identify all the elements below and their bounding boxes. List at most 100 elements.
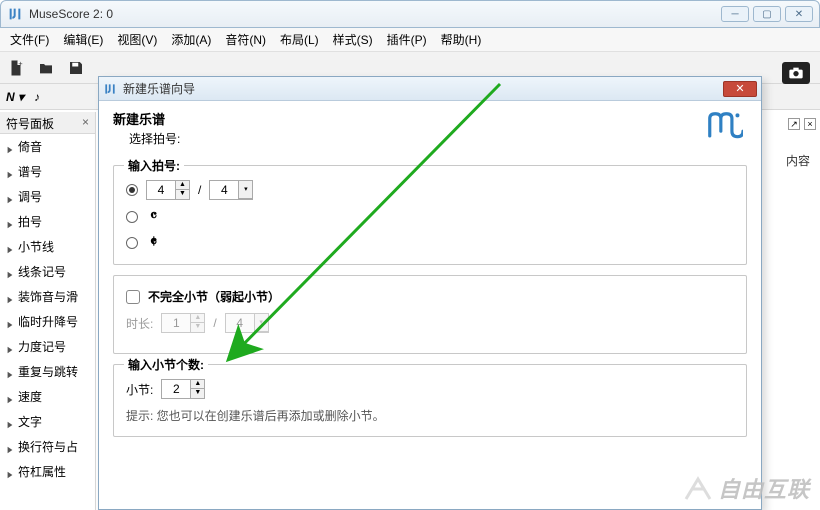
spinner-up-icon[interactable]: ▲	[191, 380, 204, 389]
palette-item-label: 临时升降号	[18, 313, 78, 330]
measures-label: 小节:	[126, 381, 153, 398]
palette-tree: 倚音谱号调号拍号小节线线条记号装饰音与滑临时升降号力度记号重复与跳转速度文字换行…	[0, 134, 95, 484]
measures-groupbox: 输入小节个数: 小节: ▲▼ 提示: 您也可以在创建乐谱后再添加或删除小节。	[113, 364, 747, 437]
menu-view[interactable]: 视图(V)	[111, 29, 163, 50]
app-icon	[7, 6, 23, 22]
dialog-app-icon	[103, 82, 117, 96]
chevron-right-icon	[6, 268, 14, 276]
palette-item-label: 小节线	[18, 238, 54, 255]
palette-item[interactable]: 临时升降号	[0, 309, 95, 334]
minimize-button[interactable]: ─	[721, 6, 749, 22]
measures-input[interactable]	[162, 380, 190, 398]
palette-item-label: 力度记号	[18, 338, 66, 355]
palette-item[interactable]: 倚音	[0, 134, 95, 159]
timesig-denominator-select[interactable]: ▾	[209, 180, 253, 200]
eighth-note-icon[interactable]: ♪	[34, 90, 40, 104]
window-buttons: ─ ▢ ✕	[721, 6, 813, 22]
main-window: MuseScore 2: 0 ─ ▢ ✕ 文件(F) 编辑(E) 视图(V) 添…	[0, 0, 820, 510]
hint-text: 您也可以在创建乐谱后再添加或删除小节。	[157, 409, 385, 423]
menu-add[interactable]: 添加(A)	[165, 29, 217, 50]
pickup-duration-row: 时长: ▲▼ / ▾	[126, 313, 734, 333]
timesig-slash: /	[198, 183, 201, 197]
pickup-duration-label: 时长:	[126, 315, 153, 332]
inspector-close-icon[interactable]: ×	[804, 118, 816, 130]
palette-item-label: 谱号	[18, 163, 42, 180]
screenshot-icon[interactable]	[782, 62, 810, 84]
palette-item[interactable]: 小节线	[0, 234, 95, 259]
timesig-common-radio[interactable]	[126, 211, 138, 223]
spinner-up-icon[interactable]: ▲	[176, 181, 189, 190]
close-button[interactable]: ✕	[785, 6, 813, 22]
menu-file[interactable]: 文件(F)	[4, 29, 55, 50]
timesig-cut-row: 𝄵	[126, 234, 734, 252]
main-titlebar: MuseScore 2: 0 ─ ▢ ✕	[0, 0, 820, 28]
timesig-fraction-row: ▲▼ / ▾	[126, 180, 734, 200]
palette-item[interactable]: 换行符与占	[0, 434, 95, 459]
menu-style[interactable]: 样式(S)	[327, 29, 379, 50]
menu-edit[interactable]: 编辑(E)	[57, 29, 109, 50]
palette-item[interactable]: 谱号	[0, 159, 95, 184]
palette-item-label: 倚音	[18, 138, 42, 155]
inspector-panel-controls: ↗ ×	[770, 118, 816, 146]
chevron-right-icon	[6, 193, 14, 201]
palette-item[interactable]: 线条记号	[0, 259, 95, 284]
pickup-checkbox-row: 不完全小节（弱起小节）	[126, 288, 734, 305]
palette-item[interactable]: 拍号	[0, 209, 95, 234]
chevron-right-icon	[6, 393, 14, 401]
timesig-fraction-radio[interactable]	[126, 184, 138, 196]
menu-layout[interactable]: 布局(L)	[274, 29, 325, 50]
pickup-denominator-input	[226, 314, 254, 332]
palette-item[interactable]: 符杠属性	[0, 459, 95, 484]
timesig-cut-radio[interactable]	[126, 237, 138, 249]
inspector-label: 内容	[786, 152, 810, 169]
note-input-icon[interactable]: N ▾	[6, 90, 24, 104]
menu-plugin[interactable]: 插件(P)	[381, 29, 433, 50]
new-score-wizard-dialog: 新建乐谱向导 ✕ 新建乐谱 选择拍号: 输入拍号: ▲▼	[98, 76, 762, 510]
timesig-numerator-input[interactable]	[147, 181, 175, 199]
palette-close-icon[interactable]: ×	[82, 115, 89, 129]
spinner-down-icon[interactable]: ▼	[176, 190, 189, 199]
cut-time-icon: 𝄵	[150, 234, 157, 252]
timesig-numerator-spinner[interactable]: ▲▼	[146, 180, 190, 200]
palette-item-label: 装饰音与滑	[18, 288, 78, 305]
measures-spinner[interactable]: ▲▼	[161, 379, 205, 399]
save-icon[interactable]	[66, 58, 86, 78]
palette-item-label: 线条记号	[18, 263, 66, 280]
svg-text:+: +	[18, 59, 23, 68]
timesig-denominator-input[interactable]	[210, 181, 238, 199]
maximize-button[interactable]: ▢	[753, 6, 781, 22]
pickup-groupbox: 不完全小节（弱起小节） 时长: ▲▼ / ▾	[113, 275, 747, 354]
palette-item[interactable]: 速度	[0, 384, 95, 409]
palette-item[interactable]: 文字	[0, 409, 95, 434]
timesig-common-row: 𝄴	[126, 208, 734, 226]
pickup-numerator-spinner: ▲▼	[161, 313, 205, 333]
dialog-titlebar: 新建乐谱向导 ✕	[99, 77, 761, 101]
chevron-right-icon	[6, 468, 14, 476]
palette-panel: 符号面板 × 倚音谱号调号拍号小节线线条记号装饰音与滑临时升降号力度记号重复与跳…	[0, 112, 96, 510]
palette-item[interactable]: 力度记号	[0, 334, 95, 359]
select-down-icon[interactable]: ▾	[239, 181, 252, 199]
menu-note[interactable]: 音符(N)	[219, 29, 272, 50]
palette-item[interactable]: 重复与跳转	[0, 359, 95, 384]
new-file-icon[interactable]: +	[6, 58, 26, 78]
dialog-body: 输入拍号: ▲▼ / ▾ 𝄴	[99, 153, 761, 453]
pickup-denominator-select: ▾	[225, 313, 269, 333]
timesig-groupbox: 输入拍号: ▲▼ / ▾ 𝄴	[113, 165, 747, 265]
chevron-right-icon	[6, 218, 14, 226]
measures-row: 小节: ▲▼	[126, 379, 734, 399]
measures-group-title: 输入小节个数:	[124, 356, 208, 373]
pickup-checkbox[interactable]	[126, 290, 140, 304]
pickup-numerator-input	[162, 314, 190, 332]
open-folder-icon[interactable]	[36, 58, 56, 78]
palette-item[interactable]: 装饰音与滑	[0, 284, 95, 309]
dialog-close-button[interactable]: ✕	[723, 81, 757, 97]
palette-item[interactable]: 调号	[0, 184, 95, 209]
palette-item-label: 符杠属性	[18, 463, 66, 480]
spinner-down-icon[interactable]: ▼	[191, 389, 204, 398]
chevron-right-icon	[6, 443, 14, 451]
menu-help[interactable]: 帮助(H)	[435, 29, 488, 50]
inspector-undock-icon[interactable]: ↗	[788, 118, 800, 130]
main-title: MuseScore 2: 0	[29, 7, 721, 21]
chevron-right-icon	[6, 368, 14, 376]
chevron-right-icon	[6, 318, 14, 326]
